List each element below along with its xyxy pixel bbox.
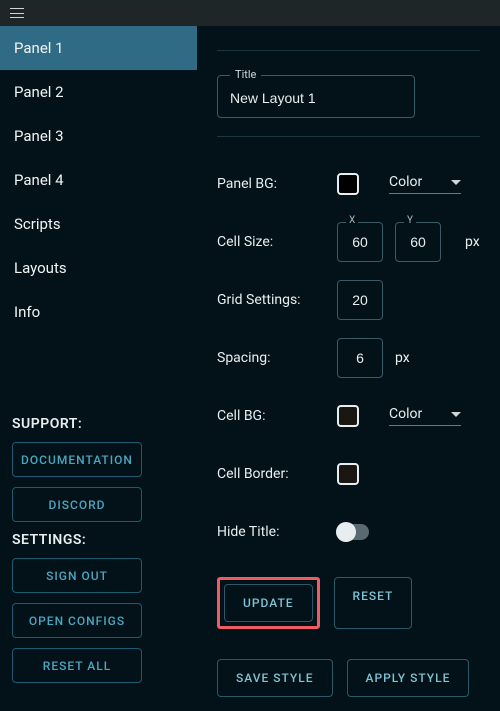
title-input[interactable]	[230, 90, 402, 106]
sidebar: Panel 1 Panel 2 Panel 3 Panel 4 Scripts …	[0, 26, 197, 711]
reset-all-button[interactable]: RESET ALL	[12, 648, 142, 683]
cell-bg-mode-select[interactable]: Color	[389, 406, 461, 426]
hamburger-icon[interactable]	[10, 8, 24, 18]
sidebar-item-scripts[interactable]: Scripts	[0, 202, 197, 246]
grid-label: Grid Settings:	[217, 292, 337, 308]
topbar	[0, 0, 500, 26]
update-highlight: UPDATE	[217, 577, 320, 629]
sidebar-item-panel-3[interactable]: Panel 3	[0, 114, 197, 158]
cell-size-y-input[interactable]	[396, 234, 440, 250]
panel-bg-mode-select[interactable]: Color	[389, 174, 461, 194]
action-row-1: UPDATE RESET	[217, 577, 480, 629]
divider	[217, 50, 480, 51]
cell-size-label: Cell Size:	[217, 234, 337, 250]
open-configs-button[interactable]: OPEN CONFIGS	[12, 603, 142, 638]
main: Panel 1 Panel 2 Panel 3 Panel 4 Scripts …	[0, 26, 500, 711]
support-heading: SUPPORT:	[12, 416, 185, 432]
save-style-button[interactable]: SAVE STYLE	[217, 659, 333, 697]
title-legend: Title	[230, 68, 261, 81]
panel-bg-mode-label: Color	[389, 174, 422, 190]
row-cell-bg: Cell BG: Color	[217, 387, 480, 445]
row-cell-size: Cell Size: X Y px	[217, 213, 480, 271]
spacing-input[interactable]	[338, 350, 382, 366]
reset-button[interactable]: RESET	[334, 577, 413, 629]
cell-size-x-legend: X	[346, 215, 358, 226]
title-field[interactable]: Title	[217, 75, 415, 118]
hide-title-toggle[interactable]	[337, 524, 369, 540]
panel-bg-label: Panel BG:	[217, 176, 337, 192]
divider	[217, 136, 480, 137]
sign-out-button[interactable]: SIGN OUT	[12, 558, 142, 593]
discord-button[interactable]: DISCORD	[12, 487, 142, 522]
grid-field[interactable]	[337, 280, 383, 320]
action-row-2: SAVE STYLE APPLY STYLE	[217, 659, 480, 697]
cell-border-swatch[interactable]	[337, 463, 359, 485]
cell-size-x-field[interactable]: X	[337, 222, 383, 262]
sidebar-item-info[interactable]: Info	[0, 290, 197, 334]
row-panel-bg: Panel BG: Color	[217, 155, 480, 213]
row-spacing: Spacing: px	[217, 329, 480, 387]
row-hide-title: Hide Title:	[217, 503, 480, 561]
toggle-knob	[336, 522, 356, 542]
update-button[interactable]: UPDATE	[224, 584, 313, 622]
cell-bg-swatch[interactable]	[337, 405, 359, 427]
spacing-label: Spacing:	[217, 350, 337, 366]
cell-size-y-legend: Y	[404, 215, 416, 226]
hide-title-label: Hide Title:	[217, 524, 337, 540]
settings-heading: SETTINGS:	[12, 532, 185, 548]
cell-size-y-field[interactable]: Y	[395, 222, 441, 262]
sidebar-item-layouts[interactable]: Layouts	[0, 246, 197, 290]
grid-input[interactable]	[338, 292, 382, 308]
sidebar-item-panel-2[interactable]: Panel 2	[0, 70, 197, 114]
sidebar-item-panel-4[interactable]: Panel 4	[0, 158, 197, 202]
row-grid: Grid Settings:	[217, 271, 480, 329]
sidebar-bottom: SUPPORT: DOCUMENTATION DISCORD SETTINGS:…	[0, 406, 197, 711]
cell-border-label: Cell Border:	[217, 466, 337, 482]
cell-size-unit: px	[465, 234, 480, 250]
row-cell-border: Cell Border:	[217, 445, 480, 503]
spacing-field[interactable]	[337, 338, 383, 378]
cell-size-x-input[interactable]	[338, 234, 382, 250]
spacing-unit: px	[395, 350, 410, 366]
sidebar-item-panel-1[interactable]: Panel 1	[0, 26, 197, 70]
documentation-button[interactable]: DOCUMENTATION	[12, 442, 142, 477]
content: Title Panel BG: Color Cell Size: X Y	[197, 26, 500, 711]
sidebar-nav: Panel 1 Panel 2 Panel 3 Panel 4 Scripts …	[0, 26, 197, 334]
panel-bg-swatch[interactable]	[337, 173, 359, 195]
apply-style-button[interactable]: APPLY STYLE	[347, 659, 470, 697]
cell-bg-mode-label: Color	[389, 406, 422, 422]
chevron-down-icon	[451, 412, 461, 417]
cell-bg-label: Cell BG:	[217, 408, 337, 424]
chevron-down-icon	[451, 180, 461, 185]
